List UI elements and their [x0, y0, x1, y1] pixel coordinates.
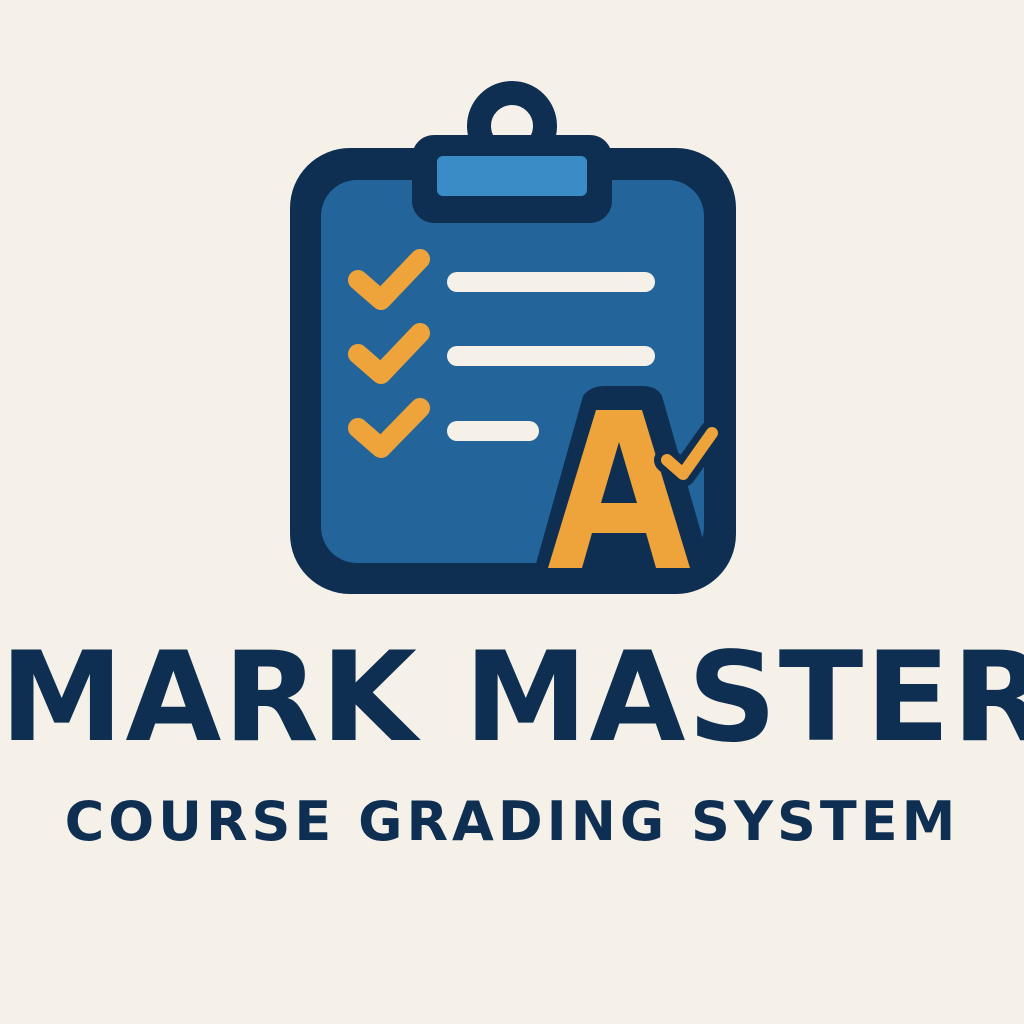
list-line — [447, 421, 539, 441]
clipboard-logo-icon — [290, 81, 736, 594]
brand-tagline: COURSE GRADING SYSTEM — [64, 790, 960, 853]
clipboard-clip-inner — [437, 156, 587, 196]
list-line — [447, 346, 655, 366]
list-line — [447, 272, 655, 292]
logo-page: MARK MASTER COURSE GRADING SYSTEM — [0, 0, 1024, 1024]
brand-title: MARK MASTER — [0, 626, 1024, 770]
